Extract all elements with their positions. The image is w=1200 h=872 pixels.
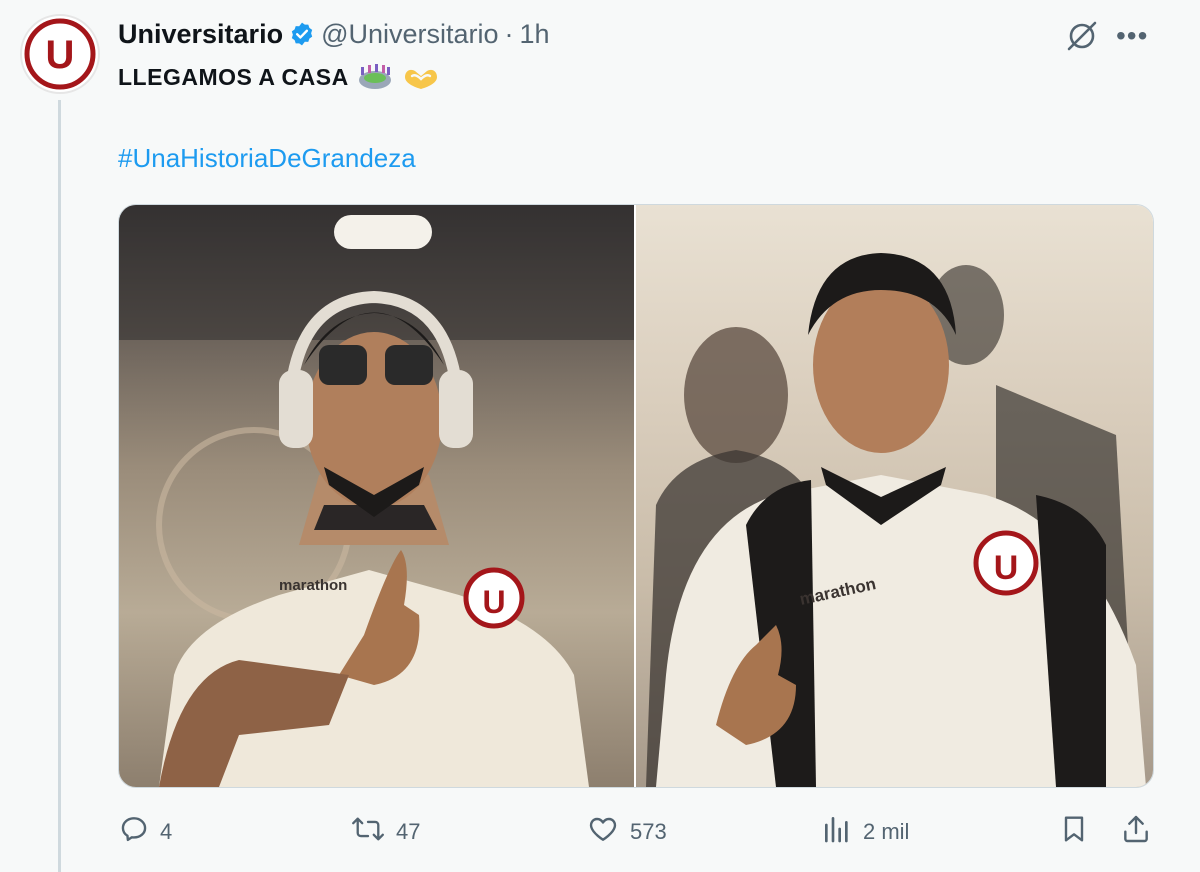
views-count: 2 mil bbox=[863, 819, 910, 844]
hashtag-link[interactable]: #UnaHistoriaDeGrandeza bbox=[118, 143, 416, 174]
tweet-header: Universitario @Universitario · 1h bbox=[118, 16, 550, 52]
thread-line bbox=[58, 100, 61, 872]
jersey-badge-right: U bbox=[994, 549, 1019, 587]
stadium-emoji bbox=[357, 63, 393, 91]
reply-icon bbox=[118, 813, 160, 851]
tweet-text-content: LLEGAMOS A CASA bbox=[118, 63, 349, 90]
jersey-badge-left: U bbox=[482, 584, 505, 620]
more-icon[interactable]: ••• bbox=[1116, 20, 1148, 52]
avatar-letter: U bbox=[46, 33, 75, 77]
heart-hands-emoji bbox=[401, 63, 441, 91]
tweet-actions: 4 47 573 2 mil bbox=[118, 812, 1158, 852]
author-name[interactable]: Universitario bbox=[118, 19, 283, 50]
repost-count: 47 bbox=[396, 819, 421, 844]
verified-icon bbox=[289, 21, 315, 47]
jersey-brand-left: marathon bbox=[279, 577, 347, 594]
repost-button[interactable]: 47 bbox=[350, 812, 420, 852]
bookmark-icon bbox=[1058, 813, 1100, 851]
share-icon bbox=[1120, 813, 1162, 851]
like-count: 573 bbox=[630, 819, 667, 844]
photo-player-backpack[interactable]: U marathon bbox=[636, 205, 1153, 787]
media-grid: U marathon U marathon bbox=[118, 204, 1154, 788]
author-handle[interactable]: @Universitario bbox=[321, 19, 498, 50]
views-icon bbox=[821, 813, 863, 851]
reply-count: 4 bbox=[160, 819, 173, 844]
like-icon bbox=[586, 813, 630, 851]
like-button[interactable]: 573 bbox=[586, 812, 667, 852]
universitario-logo: U bbox=[24, 18, 96, 90]
grok-icon[interactable] bbox=[1064, 18, 1100, 59]
photo-player-headphones[interactable]: U marathon bbox=[119, 205, 634, 787]
tweet-text: LLEGAMOS A CASA bbox=[118, 63, 441, 91]
repost-icon bbox=[350, 813, 396, 851]
share-button[interactable] bbox=[1120, 812, 1162, 852]
separator-dot: · bbox=[504, 18, 514, 49]
bookmark-button[interactable] bbox=[1058, 812, 1100, 852]
avatar[interactable]: U bbox=[20, 14, 100, 94]
reply-button[interactable]: 4 bbox=[118, 812, 172, 852]
views-button[interactable]: 2 mil bbox=[821, 812, 909, 852]
tweet-time[interactable]: 1h bbox=[520, 19, 550, 50]
